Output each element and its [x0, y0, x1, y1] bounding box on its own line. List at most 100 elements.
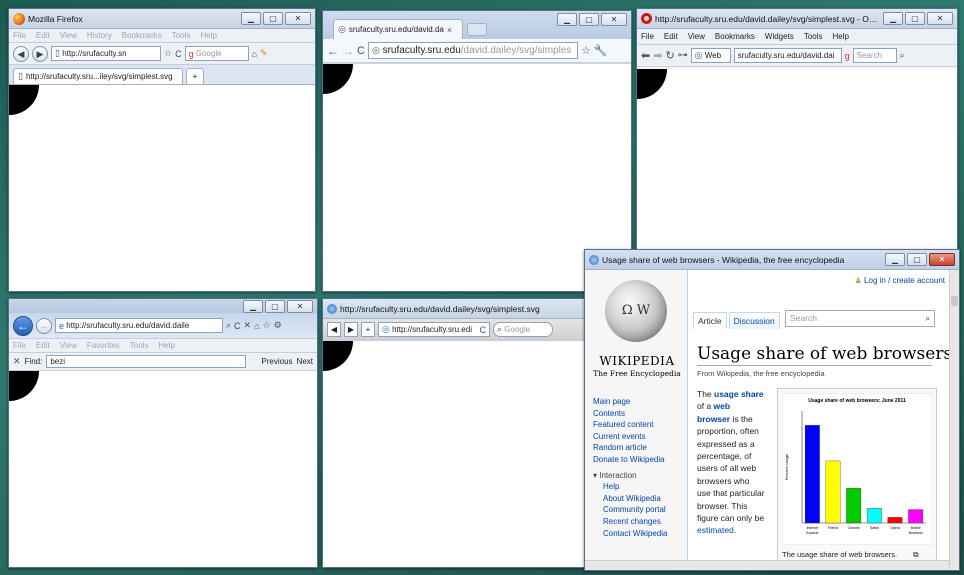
nav-contents[interactable]: Contents — [593, 408, 685, 420]
menu-edit[interactable]: Edit — [664, 32, 678, 41]
forward-button[interactable]: → — [36, 317, 52, 334]
home-icon[interactable]: ⌂ — [252, 49, 257, 59]
firefox-titlebar[interactable]: Mozilla Firefox ▁ ▢ ✕ — [9, 9, 315, 29]
menu-file[interactable]: File — [13, 31, 26, 40]
close-button[interactable]: ✕ — [927, 12, 953, 25]
address-bar[interactable]: ▯ http://srufaculty.sn — [51, 46, 161, 61]
reload-icon[interactable]: C — [357, 45, 365, 57]
minimize-button[interactable]: ▁ — [243, 300, 263, 313]
reload-icon[interactable]: ↻ — [665, 49, 674, 62]
forward-arrow-icon[interactable]: ➡ — [653, 49, 662, 62]
menu-tools[interactable]: Tools — [130, 341, 149, 350]
wrench-icon[interactable]: 🔧 — [594, 44, 608, 57]
search-icon[interactable]: ⌕ — [925, 313, 930, 324]
stop-icon[interactable]: ✕ — [244, 320, 252, 331]
addon-icon[interactable]: ✎ — [260, 48, 268, 59]
menu-help[interactable]: Help — [833, 32, 849, 41]
address-bar[interactable]: srufaculty.sru.edu/david.dai — [733, 48, 842, 63]
key-icon[interactable]: ⊶ — [678, 50, 688, 61]
menu-history[interactable]: History — [87, 31, 112, 40]
menu-widgets[interactable]: Widgets — [765, 32, 794, 41]
find-next-button[interactable]: Next — [297, 357, 313, 366]
tab-simplest-svg[interactable]: ▯ http://srufaculty.sru...iley/svg/simpl… — [13, 68, 183, 84]
chart-thumbnail[interactable]: Usage share of web browsers: June 2011 Pe… — [777, 388, 937, 563]
enlarge-icon[interactable]: ⧉ — [913, 550, 918, 559]
reload-icon[interactable]: C — [234, 321, 241, 331]
search-input[interactable]: Search — [852, 48, 897, 63]
tab-article[interactable]: Article — [693, 312, 727, 329]
menu-bookmarks[interactable]: Bookmarks — [122, 31, 162, 40]
back-button[interactable]: ◀ — [327, 322, 341, 337]
address-bar[interactable]: e http://srufaculty.sru.edu/david.daile — [55, 318, 223, 333]
back-arrow-icon[interactable]: ← — [327, 44, 339, 58]
menu-file[interactable]: File — [13, 341, 26, 350]
search-input[interactable]: g Google — [184, 46, 249, 61]
menu-file[interactable]: File — [641, 32, 654, 41]
link-usage-share[interactable]: usage share — [714, 389, 764, 399]
favorites-star-icon[interactable]: ☆ — [263, 320, 271, 331]
close-button[interactable]: ✕ — [601, 13, 627, 26]
nav-about[interactable]: About Wikipedia — [593, 493, 685, 505]
close-find-icon[interactable]: ✕ — [13, 356, 21, 367]
minimize-button[interactable]: ▁ — [885, 253, 905, 266]
menu-view[interactable]: View — [60, 341, 77, 350]
nav-contact[interactable]: Contact Wikipedia — [593, 528, 685, 540]
menu-tools[interactable]: Tools — [804, 32, 823, 41]
nav-featured-content[interactable]: Featured content — [593, 419, 685, 431]
gear-icon[interactable]: ⚙ — [274, 320, 282, 331]
wikipedia-globe-logo[interactable]: Ω W — [605, 280, 667, 342]
star-icon[interactable]: ☆ — [164, 48, 172, 59]
close-button[interactable]: ✕ — [285, 12, 311, 25]
safari-titlebar[interactable]: http://srufaculty.sru.edu/david.dailey/s… — [323, 299, 585, 319]
opera-titlebar[interactable]: http://srufaculty.sru.edu/david.dailey/s… — [637, 9, 957, 29]
nav-section-interaction[interactable]: ▾ Interaction — [593, 470, 685, 482]
nav-donate[interactable]: Donate to Wikipedia — [593, 454, 685, 466]
search-icon[interactable]: ⌕ — [226, 320, 231, 331]
menu-edit[interactable]: Edit — [36, 31, 50, 40]
maximize-button[interactable]: ▢ — [265, 300, 285, 313]
new-tab-button[interactable] — [467, 23, 487, 36]
find-previous-button[interactable]: Previous — [261, 357, 292, 366]
maximize-button[interactable]: ▢ — [907, 253, 927, 266]
link-estimated[interactable]: estimated — [697, 525, 734, 535]
maximize-button[interactable]: ▢ — [579, 13, 599, 26]
menu-help[interactable]: Help — [200, 31, 216, 40]
wikipedia-titlebar[interactable]: Usage share of web browsers - Wikipedia,… — [585, 250, 959, 270]
back-arrow-icon[interactable]: ⬅ — [641, 49, 650, 62]
nav-main-page[interactable]: Main page — [593, 396, 685, 408]
menu-edit[interactable]: Edit — [36, 341, 50, 350]
google-icon[interactable]: g — [845, 51, 850, 61]
menu-help[interactable]: Help — [158, 341, 174, 350]
reload-icon[interactable]: C — [480, 325, 487, 335]
menu-view[interactable]: View — [60, 31, 77, 40]
add-bookmark-button[interactable]: + — [361, 322, 375, 337]
wiki-search-input[interactable]: Search ⌕ — [785, 310, 935, 327]
minimize-button[interactable]: ▁ — [557, 13, 577, 26]
new-tab-button[interactable]: + — [186, 68, 204, 84]
tab-discussion[interactable]: Discussion — [728, 312, 780, 329]
forward-button[interactable]: ▶ — [32, 45, 48, 62]
reload-icon[interactable]: C — [175, 49, 182, 59]
nav-community-portal[interactable]: Community portal — [593, 504, 685, 516]
close-button[interactable]: ✕ — [929, 253, 955, 266]
back-button[interactable]: ◀ — [13, 45, 29, 62]
menu-view[interactable]: View — [688, 32, 705, 41]
minimize-button[interactable]: ▁ — [883, 12, 903, 25]
back-button[interactable]: ← — [13, 315, 33, 336]
close-button[interactable]: ✕ — [287, 300, 313, 313]
star-icon[interactable]: ☆ — [581, 44, 591, 57]
maximize-button[interactable]: ▢ — [905, 12, 925, 25]
search-icon[interactable]: ⌕ — [900, 50, 905, 61]
minimize-button[interactable]: ▁ — [241, 12, 261, 25]
menu-bookmarks[interactable]: Bookmarks — [715, 32, 755, 41]
tab-srufaculty[interactable]: ◎ srufaculty.sru.edu/david.da × — [333, 19, 463, 39]
menu-tools[interactable]: Tools — [172, 31, 191, 40]
vertical-scrollbar[interactable] — [949, 270, 959, 570]
home-icon[interactable]: ⌂ — [254, 321, 259, 331]
web-button[interactable]: ◎ Web — [690, 48, 731, 63]
nav-random-article[interactable]: Random article — [593, 442, 685, 454]
nav-current-events[interactable]: Current events — [593, 431, 685, 443]
forward-button[interactable]: ▶ — [344, 322, 358, 337]
find-input[interactable]: bezi — [46, 355, 247, 368]
maximize-button[interactable]: ▢ — [263, 12, 283, 25]
